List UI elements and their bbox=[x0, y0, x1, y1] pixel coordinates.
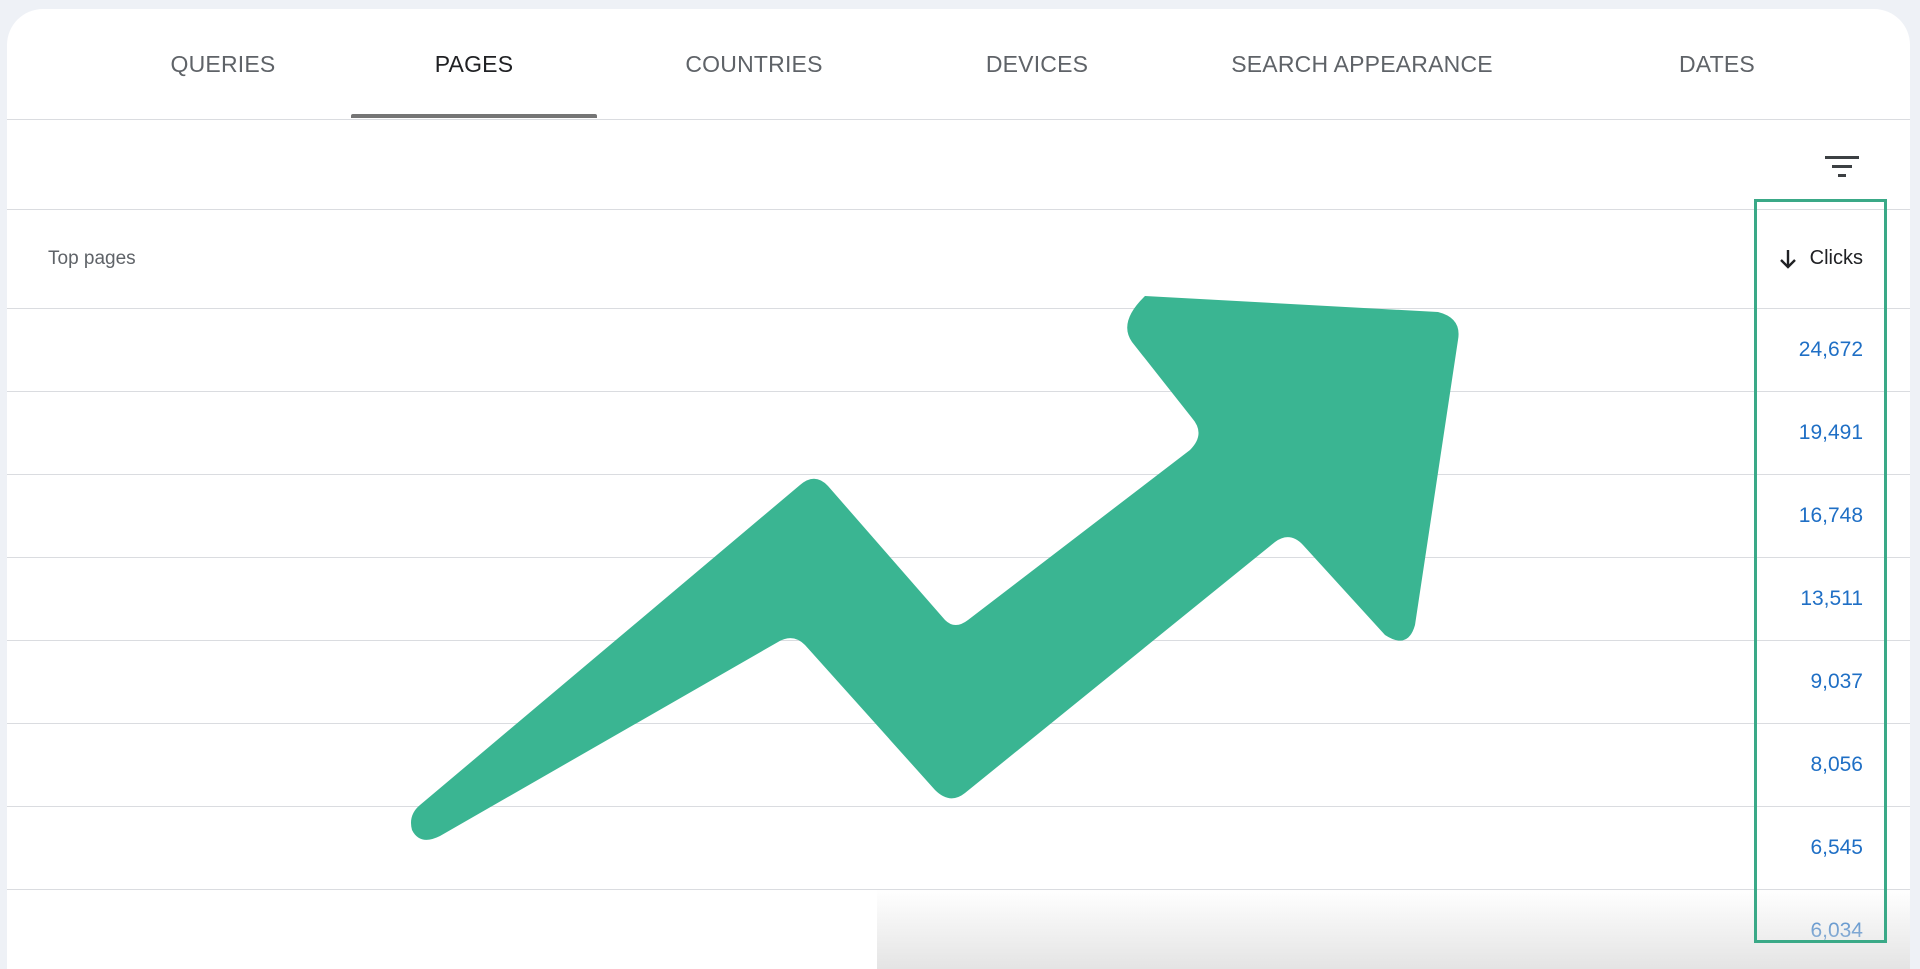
tab-search-appearance[interactable]: SEARCH APPEARANCE bbox=[1187, 9, 1537, 119]
clicks-value: 6,545 bbox=[1810, 836, 1863, 859]
table-toolbar bbox=[7, 119, 1910, 210]
table-body: 24,672 19,491 16,748 13,511 9,037 8,056 … bbox=[7, 309, 1910, 969]
arrow-down-icon bbox=[1779, 249, 1796, 269]
clicks-value: 13,511 bbox=[1800, 587, 1863, 610]
active-tab-indicator bbox=[351, 114, 597, 118]
clicks-value: 6,034 bbox=[1810, 919, 1863, 942]
clicks-column-header[interactable]: Clicks bbox=[1778, 209, 1863, 308]
table-row[interactable]: 13,511 bbox=[7, 558, 1910, 641]
table-row[interactable]: 6,545 bbox=[7, 807, 1910, 890]
tab-queries[interactable]: QUERIES bbox=[107, 9, 339, 119]
tab-countries[interactable]: COUNTRIES bbox=[619, 9, 889, 119]
table-row[interactable]: 9,037 bbox=[7, 641, 1910, 724]
filter-icon[interactable] bbox=[1825, 154, 1859, 180]
report-tabs: QUERIES PAGES COUNTRIES DEVICES SEARCH A… bbox=[7, 9, 1910, 120]
clicks-value: 9,037 bbox=[1810, 670, 1863, 693]
table-row[interactable]: 8,056 bbox=[7, 724, 1910, 807]
clicks-header-label: Clicks bbox=[1809, 247, 1863, 269]
table-row[interactable]: 16,748 bbox=[7, 475, 1910, 558]
clicks-value: 24,672 bbox=[1798, 338, 1863, 361]
top-pages-label: Top pages bbox=[48, 248, 136, 269]
table-row[interactable]: 24,672 bbox=[7, 309, 1910, 392]
table-row[interactable]: 6,034 bbox=[7, 890, 1910, 969]
tab-devices[interactable]: DEVICES bbox=[907, 9, 1167, 119]
performance-report-card: QUERIES PAGES COUNTRIES DEVICES SEARCH A… bbox=[7, 9, 1910, 969]
clicks-value: 19,491 bbox=[1798, 421, 1863, 444]
tab-dates[interactable]: DATES bbox=[1567, 9, 1867, 119]
clicks-value: 16,748 bbox=[1798, 504, 1863, 527]
table-header: Top pages Clicks bbox=[7, 209, 1910, 309]
table-row[interactable]: 19,491 bbox=[7, 392, 1910, 475]
tab-pages[interactable]: PAGES bbox=[351, 9, 597, 119]
clicks-value: 8,056 bbox=[1810, 753, 1863, 776]
